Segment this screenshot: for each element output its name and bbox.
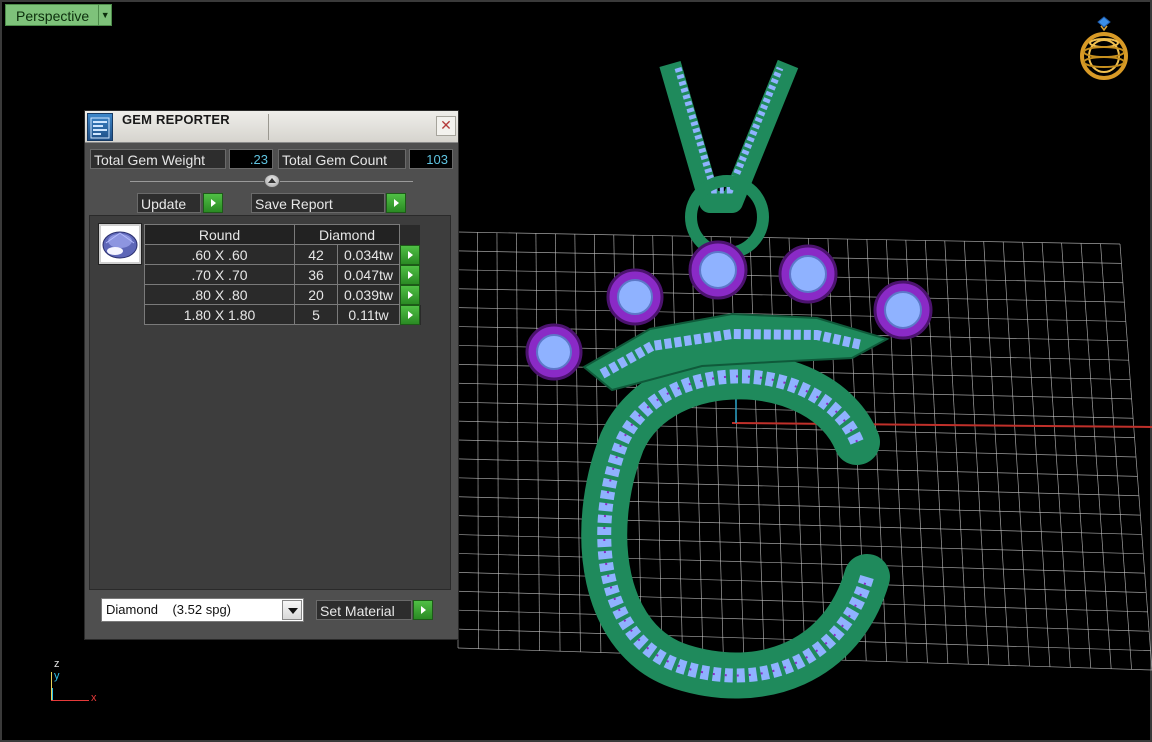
table-row[interactable]: .60 X .60 42 0.034tw [144,244,421,265]
gem-count-cell: 42 [294,244,338,265]
view-name[interactable]: Perspective [5,4,100,26]
total-gem-weight-value: .23 [229,149,273,169]
material-select[interactable]: Diamond (3.52 spg) [101,598,304,622]
set-material-go-icon[interactable] [413,600,433,620]
gem-table-header: Round Diamond [144,224,421,245]
axis-x-label: x [91,692,97,704]
update-go-icon[interactable] [203,193,223,213]
set-material-button[interactable]: Set Material [316,600,412,620]
select-gems-go-icon[interactable] [400,304,420,325]
ring-icon[interactable] [1077,16,1131,80]
gem-count-cell: 36 [294,264,338,285]
view-label[interactable]: Perspective ▼ [5,4,113,26]
save-report-button[interactable]: Save Report [251,193,385,213]
panel-resize-slider-knob[interactable] [264,174,280,188]
total-gem-weight-label: Total Gem Weight [90,149,226,169]
gem-weight-cell: 0.039tw [337,284,400,305]
gem-table: Round Diamond .60 X .60 42 0.034tw .70 X… [144,224,421,325]
gem-count-cell: 20 [294,284,338,305]
view-dropdown-arrow-icon[interactable]: ▼ [99,4,113,26]
gem-reporter-panel[interactable]: GEM REPORTER ✕ Total Gem Weight .23 Tota… [84,110,459,640]
axis-x-line [51,700,89,701]
select-gems-go-icon[interactable] [400,244,420,265]
select-gems-go-icon[interactable] [400,284,420,305]
material-header: Diamond [294,224,400,245]
titlebar-divider [268,114,269,140]
gem-reporter-app-icon [87,113,113,141]
update-button[interactable]: Update [137,193,201,213]
axis-y-label: y [54,670,60,682]
gem-size-cell: .60 X .60 [144,244,295,265]
select-gems-go-icon[interactable] [400,264,420,285]
total-gem-count-label: Total Gem Count [278,149,406,169]
axis-z-label: z [54,658,60,670]
panel-titlebar[interactable]: GEM REPORTER ✕ [85,111,458,143]
3d-viewport[interactable]: Perspective ▼ z y x GEM REPORTER ✕ Total… [0,0,1152,742]
table-row[interactable]: .70 X .70 36 0.047tw [144,264,421,285]
axis-y-line [52,688,53,700]
save-report-go-icon[interactable] [386,193,406,213]
shape-header: Round [144,224,295,245]
gem-count-cell: 5 [294,304,338,325]
gem-report-area: Round Diamond .60 X .60 42 0.034tw .70 X… [89,215,451,590]
chevron-down-icon[interactable] [282,600,302,620]
material-select-value: Diamond (3.52 spg) [106,602,232,617]
gem-weight-cell: 0.047tw [337,264,400,285]
total-gem-count-value: 103 [409,149,453,169]
gem-size-cell: .80 X .80 [144,284,295,305]
gem-weight-cell: 0.11tw [337,304,400,325]
gem-size-cell: .70 X .70 [144,264,295,285]
table-row[interactable]: .80 X .80 20 0.039tw [144,284,421,305]
panel-title: GEM REPORTER [122,112,230,127]
axis-triad: z y x [48,658,108,708]
round-gem-thumbnail-icon[interactable] [98,223,142,265]
gem-size-cell: 1.80 X 1.80 [144,304,295,325]
gem-weight-cell: 0.034tw [337,244,400,265]
close-icon[interactable]: ✕ [436,116,456,136]
x-axis-line [731,422,1152,428]
table-row[interactable]: 1.80 X 1.80 5 0.11tw [144,304,421,325]
c-crown-pendant-model[interactable] [525,59,933,699]
